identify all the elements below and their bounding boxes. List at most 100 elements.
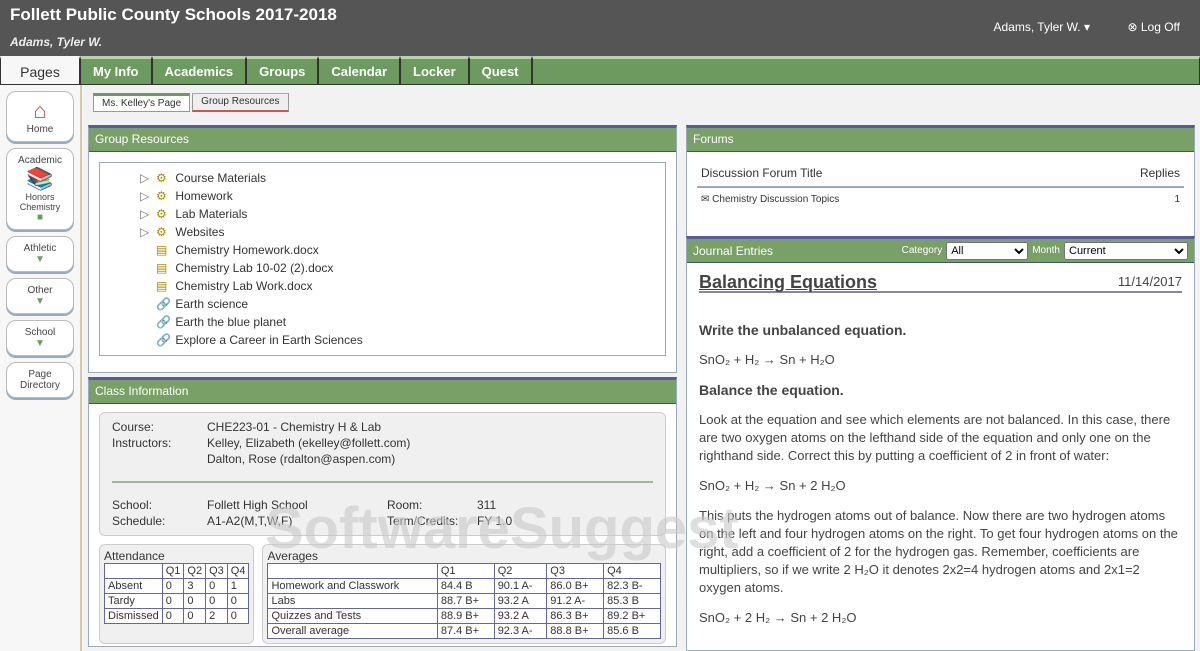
sidebar-item-home[interactable]: ⌂ Home	[6, 91, 74, 142]
table-cell: 82.3 B-	[603, 578, 661, 594]
table-cell: 93.2 A	[493, 593, 548, 609]
table-cell: 0	[161, 578, 185, 594]
sidebar-item-academic[interactable]: Academic 📚 Honors Chemistry ■	[6, 148, 74, 230]
column-header: Q2	[493, 563, 548, 579]
chevron-down-icon: ▼	[35, 296, 45, 307]
entry-date: 11/14/2017	[1117, 274, 1182, 289]
table-cell: 0	[226, 593, 250, 609]
folder-icon: ⚙	[156, 189, 167, 203]
sidebar-item-school[interactable]: School ▼	[6, 320, 74, 356]
category-select[interactable]: All	[946, 241, 1029, 260]
student-name: Adams, Tyler W.	[10, 35, 103, 49]
tab-academics[interactable]: Academics	[151, 56, 247, 85]
sidebar-item-other[interactable]: Other ▼	[6, 278, 74, 314]
table-row: Absent 0 3 0 1	[104, 578, 250, 594]
table-row: Quizzes and Tests 88.9 B+ 93.2 A 86.3 B+ 89.…	[267, 608, 661, 624]
entry-title: Balancing Equations	[699, 272, 878, 292]
class-information-panel: Class Information Course: CHE223-01 - Che…	[88, 377, 677, 647]
column-header: Q1	[161, 563, 185, 579]
table-cell: 89.2 B+	[603, 608, 661, 624]
tabs-filler	[531, 56, 1200, 85]
log-off-button[interactable]: ⊗ Log Off	[1127, 20, 1180, 34]
tab-pages[interactable]: Pages	[0, 56, 80, 85]
table-cell: 2	[205, 608, 228, 624]
expand-arrow-icon[interactable]: ▷	[140, 187, 156, 205]
table-cell: 3	[183, 578, 207, 594]
file-icon: ▤	[156, 261, 168, 275]
table-cell: 88.8 B+	[546, 623, 605, 639]
resource-item[interactable]: ▷ ⚙ Course Materials	[140, 169, 665, 187]
link-icon: 🔗	[156, 333, 171, 347]
tab-calendar[interactable]: Calendar	[318, 56, 401, 85]
course-value: CHE223-01 - Chemistry H & Lab	[207, 420, 382, 434]
table-cell: 0	[205, 578, 228, 594]
app-header: Follett Public County Schools 2017-2018 …	[0, 0, 1200, 56]
chevron-down-icon: ▼	[35, 338, 45, 349]
resource-item[interactable]: 🔗 Explore a Career in Earth Sciences	[140, 331, 665, 349]
stats-row: Attendance Q1 Q2 Q3 Q4 Absent 0 3 0 1 Tardy 0 0 0 0 Dis…	[99, 544, 666, 644]
column-header: Q3	[546, 563, 605, 579]
resource-item[interactable]: ▷ ⚙ Lab Materials	[140, 205, 665, 223]
expand-arrow-icon[interactable]: ▷	[140, 169, 156, 187]
subtab-group-resources[interactable]: Group Resources	[192, 93, 289, 112]
resource-item[interactable]: ▤ Chemistry Homework.docx	[140, 241, 665, 259]
column-header: Q4	[226, 563, 250, 579]
table-cell: 84.4 B	[436, 578, 495, 594]
table-cell: 88.7 B+	[436, 593, 495, 609]
expand-icon[interactable]: ■	[9, 212, 71, 223]
chevron-down-icon: ▼	[35, 254, 45, 265]
sidebar-item-athletic[interactable]: Athletic ▼	[6, 236, 74, 272]
table-cell: 87.4 B+	[436, 623, 495, 639]
books-icon: 📚	[26, 166, 54, 191]
table-cell: 0	[205, 593, 228, 609]
month-select[interactable]: Current	[1064, 241, 1188, 260]
resource-item[interactable]: ▤ Chemistry Lab 10-02 (2).docx	[140, 259, 665, 277]
instructor-link[interactable]: Kelley, Elizabeth (ekelley@follett.com)	[207, 435, 410, 451]
table-cell: 0	[226, 608, 250, 624]
table-row: Dismissed 0 0 2 0	[104, 608, 250, 624]
table-cell: 0	[161, 608, 185, 624]
table-cell: 0	[161, 593, 185, 609]
table-cell: 85.3 B	[603, 593, 661, 609]
panel-title: Group Resources	[89, 128, 676, 152]
page-subtabs: Ms. Kelley's Page Group Resources	[93, 93, 289, 112]
table-row: Homework and Classwork 84.4 B 90.1 A- 86.0 …	[267, 578, 661, 594]
table-cell: 88.9 B+	[436, 608, 495, 624]
table-cell: 91.2 A-	[546, 593, 605, 609]
forum-row[interactable]: ✉ Chemistry Discussion Topics 1	[697, 188, 1184, 211]
expand-arrow-icon[interactable]: ▷	[140, 223, 156, 241]
tab-locker[interactable]: Locker	[400, 56, 469, 85]
journal-entry: Balancing Equations 11/14/2017 Write the …	[699, 272, 1182, 625]
link-icon: 🔗	[156, 297, 171, 311]
resource-item[interactable]: ▷ ⚙ Homework	[140, 187, 665, 205]
instructor-link[interactable]: Dalton, Rose (rdalton@aspen.com)	[207, 451, 395, 467]
table-cell: 0	[183, 593, 207, 609]
journal-toolbar: Journal Entries Category All Month Curre…	[687, 239, 1194, 263]
subtab-teacher-page[interactable]: Ms. Kelley's Page	[93, 93, 191, 112]
column-header: Q1	[436, 563, 495, 579]
table-cell: 1	[226, 578, 250, 594]
table-cell: 86.3 B+	[546, 608, 605, 624]
resource-item[interactable]: 🔗 Earth science	[140, 295, 665, 313]
tab-my-info[interactable]: My Info	[80, 56, 152, 85]
group-resources-panel: Group Resources ▷ ⚙ Course Materials ▷ ⚙ Ho…	[88, 125, 677, 373]
expand-arrow-icon[interactable]: ▷	[140, 205, 156, 223]
tab-quest[interactable]: Quest	[468, 56, 532, 85]
attendance-box: Attendance Q1 Q2 Q3 Q4 Absent 0 3 0 1 Tardy 0 0 0 0 Dis…	[99, 544, 255, 644]
table-cell: 85.6 B	[603, 623, 661, 639]
table-cell: 86.0 B+	[546, 578, 605, 594]
journal-panel: Journal Entries Category All Month Curre…	[686, 236, 1195, 651]
column-header: Q2	[183, 563, 207, 579]
resource-item[interactable]: ▷ ⚙ Websites	[140, 223, 665, 241]
table-row: Tardy 0 0 0 0	[104, 593, 250, 609]
resource-item[interactable]: ▤ Chemistry Lab Work.docx	[140, 277, 665, 295]
sidebar-item-page-directory[interactable]: Page Directory	[6, 362, 74, 398]
resource-item[interactable]: 🔗 Earth the blue planet	[140, 313, 665, 331]
column-header: Q4	[603, 563, 661, 579]
user-menu[interactable]: Adams, Tyler W. ▾	[994, 20, 1091, 34]
resource-tree: ▷ ⚙ Course Materials ▷ ⚙ Homework ▷ ⚙ Lab Mat…	[99, 162, 666, 356]
averages-table: Q1 Q2 Q3 Q4 Homework and Classwork 84.4 B 90.1…	[267, 563, 661, 639]
panel-title: Class Information	[89, 380, 676, 404]
tab-groups[interactable]: Groups	[246, 56, 319, 85]
table-cell: 92.3 A-	[493, 623, 548, 639]
